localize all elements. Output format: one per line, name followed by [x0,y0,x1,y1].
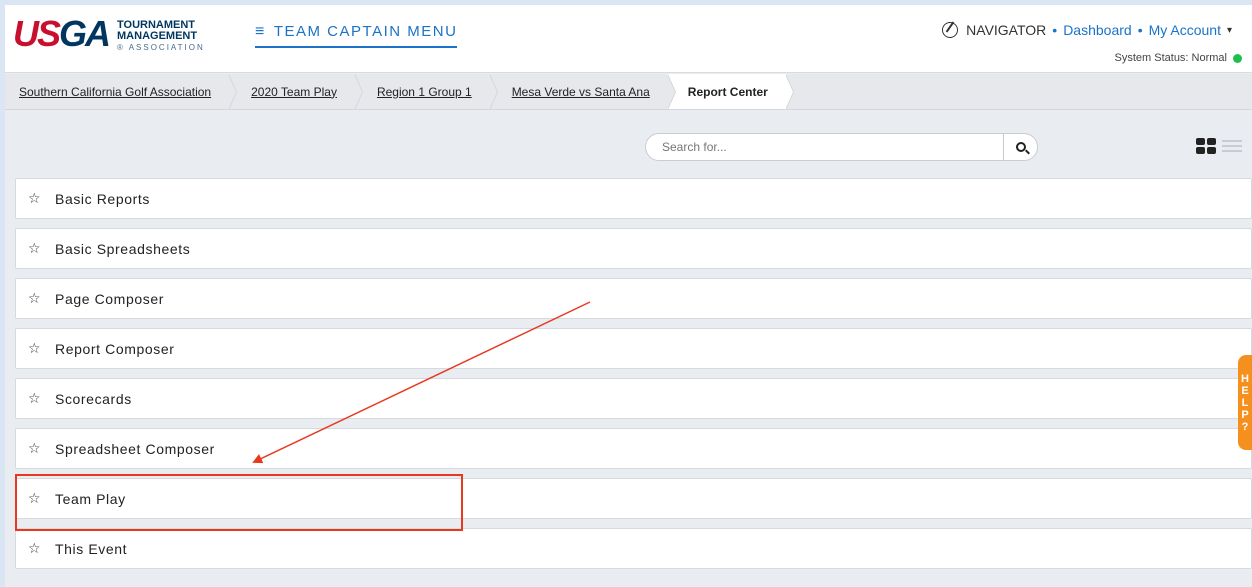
report-label: Spreadsheet Composer [55,440,215,457]
app-frame: USGA TOURNAMENT MANAGEMENT ® ASSOCIATION… [5,5,1252,587]
search-icon [1015,142,1026,152]
breadcrumb-item-report-center: Report Center [667,74,794,110]
report-item-basic-reports[interactable]: ☆ Basic Reports [15,178,1252,219]
question-icon: ? [1241,420,1249,433]
breadcrumb-item-region[interactable]: Region 1 Group 1 [355,74,498,110]
top-navigation: NAVIGATOR • Dashboard • My Account ▾ [942,22,1232,38]
dashboard-link[interactable]: Dashboard [1063,22,1132,38]
star-icon[interactable]: ☆ [28,290,42,307]
report-label: Team Play [55,490,126,507]
system-status-label: System Status: Normal [1114,52,1227,64]
header: USGA TOURNAMENT MANAGEMENT ® ASSOCIATION… [5,5,1252,73]
report-label: Basic Reports [55,190,150,207]
logo-us: US [13,13,61,54]
breadcrumb-item-match[interactable]: Mesa Verde vs Santa Ana [490,74,676,110]
report-item-team-play[interactable]: ☆ Team Play [15,478,1252,519]
team-captain-menu-label: TEAM CAPTAIN MENU [273,23,458,40]
star-icon[interactable]: ☆ [28,340,42,357]
status-indicator-icon [1233,53,1242,63]
star-icon[interactable]: ☆ [28,190,42,207]
help-tab[interactable]: H E L P ? [1238,355,1252,450]
help-letter: H [1241,372,1249,385]
logo-mark: USGA [13,16,111,52]
help-letter: E [1241,384,1249,397]
star-icon[interactable]: ☆ [28,440,42,457]
breadcrumb: Southern California Golf Association 202… [5,74,1252,110]
nav-separator: • [1137,22,1143,38]
view-toggle [1196,138,1242,154]
search-button[interactable] [1003,134,1037,160]
report-item-scorecards[interactable]: ☆ Scorecards [15,378,1252,419]
report-item-spreadsheet-composer[interactable]: ☆ Spreadsheet Composer [15,428,1252,469]
logo-text: TOURNAMENT MANAGEMENT ® ASSOCIATION [117,20,205,53]
star-icon[interactable]: ☆ [28,490,42,507]
help-letter: P [1241,408,1249,421]
usga-logo[interactable]: USGA TOURNAMENT MANAGEMENT ® ASSOCIATION [13,16,205,57]
logo-ga: GA [59,13,111,54]
team-captain-menu-button[interactable]: ≡ TEAM CAPTAIN MENU [255,22,458,48]
grid-view-icon[interactable] [1196,138,1216,154]
report-label: This Event [55,540,128,557]
system-status: System Status: Normal [1115,52,1242,64]
compass-icon [942,22,959,38]
star-icon[interactable]: ☆ [28,390,42,407]
report-item-this-event[interactable]: ☆ This Event [15,528,1252,569]
report-item-report-composer[interactable]: ☆ Report Composer [15,328,1252,369]
my-account-link[interactable]: My Account [1149,22,1221,38]
report-item-page-composer[interactable]: ☆ Page Composer [15,278,1252,319]
report-item-basic-spreadsheets[interactable]: ☆ Basic Spreadsheets [15,228,1252,269]
star-icon[interactable]: ☆ [28,540,42,557]
report-label: Page Composer [55,290,164,307]
breadcrumb-item-team-play[interactable]: 2020 Team Play [229,74,363,110]
report-label: Report Composer [55,340,175,357]
breadcrumb-item-association[interactable]: Southern California Golf Association [5,74,238,110]
chevron-down-icon[interactable]: ▾ [1227,25,1232,36]
logo-line-2: MANAGEMENT [117,30,198,42]
report-label: Basic Spreadsheets [55,240,191,257]
report-list: ☆ Basic Reports ☆ Basic Spreadsheets ☆ P… [15,178,1252,578]
report-label: Scorecards [55,390,132,407]
list-view-icon[interactable] [1222,138,1242,154]
star-icon[interactable]: ☆ [28,240,42,257]
navigator-link[interactable]: NAVIGATOR [966,22,1046,38]
logo-line-3: ® ASSOCIATION [117,43,205,52]
hamburger-icon: ≡ [255,22,266,40]
nav-separator: • [1052,22,1058,38]
search-bar [645,133,1038,161]
help-letter: L [1241,396,1249,409]
search-input[interactable] [646,134,1003,160]
